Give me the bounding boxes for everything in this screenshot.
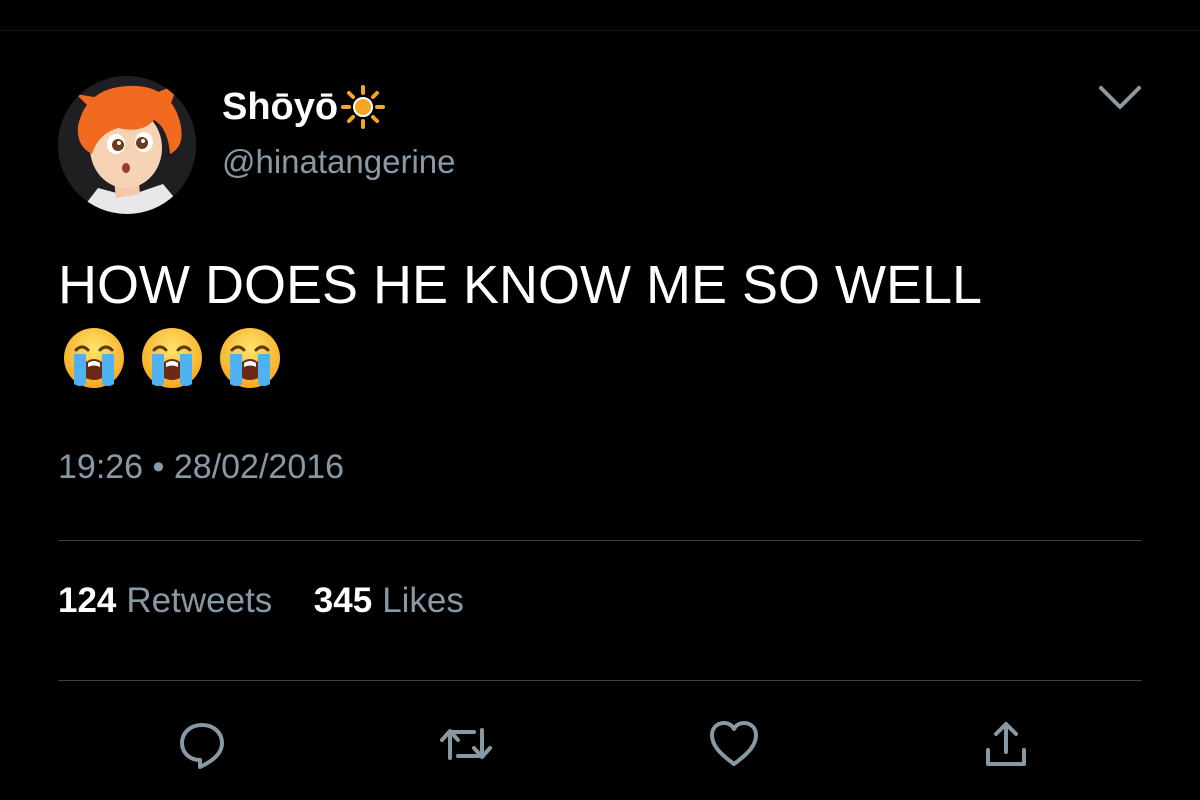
- retweet-icon: [440, 728, 492, 760]
- likes-label: Likes: [382, 581, 464, 620]
- avatar[interactable]: [58, 76, 196, 214]
- share-icon: [986, 722, 1026, 766]
- display-name-text: Shōyō: [222, 86, 339, 128]
- retweets-count: 124: [58, 581, 117, 620]
- display-name[interactable]: Shōyō: [222, 84, 386, 130]
- like-button[interactable]: [706, 716, 762, 772]
- top-divider: [0, 30, 1200, 31]
- sun-icon: [340, 84, 386, 130]
- tweet-stats: 124 Retweets 345 Likes: [58, 580, 464, 622]
- reply-icon: [180, 723, 224, 769]
- loudly-crying-face-icon: [220, 328, 280, 388]
- retweet-button[interactable]: [438, 716, 494, 772]
- divider: [58, 540, 1142, 541]
- reply-button[interactable]: [174, 716, 230, 772]
- retweets-label: Retweets: [126, 581, 273, 620]
- emoji-row: [62, 326, 282, 390]
- tweet-text: HOW DOES HE KNOW ME SO WELL: [58, 255, 983, 315]
- likes-count: 345: [313, 581, 373, 620]
- loudly-crying-face-icon: [142, 328, 202, 388]
- likes-stat[interactable]: 345 Likes: [304, 581, 464, 620]
- retweets-stat[interactable]: 124 Retweets: [58, 581, 282, 620]
- like-icon: [710, 721, 758, 766]
- divider: [58, 680, 1142, 681]
- chevron-down-icon[interactable]: [1096, 80, 1144, 116]
- user-handle[interactable]: @hinatangerine: [222, 142, 456, 182]
- tweet-timestamp[interactable]: 19:26 • 28/02/2016: [58, 447, 344, 487]
- share-button[interactable]: [978, 716, 1034, 772]
- loudly-crying-face-icon: [64, 328, 124, 388]
